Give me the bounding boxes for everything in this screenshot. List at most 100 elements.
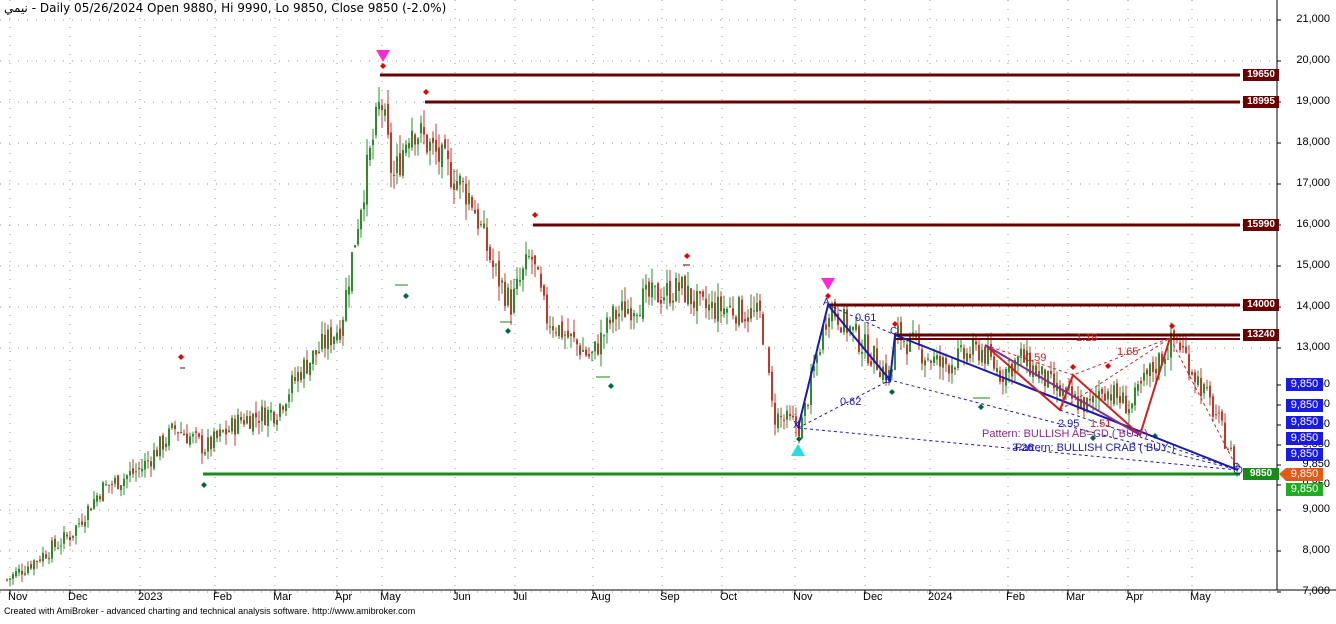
candle-body xyxy=(27,566,29,574)
candle xyxy=(294,367,296,384)
fib-ratio-label: 1.18 xyxy=(1076,332,1098,344)
candle xyxy=(450,147,452,190)
candle-body xyxy=(513,288,515,313)
candle-body xyxy=(264,407,266,425)
candle xyxy=(117,474,119,490)
candle xyxy=(726,306,728,325)
price-marker-blue: 9,850 xyxy=(1286,416,1323,429)
candle-body xyxy=(666,283,668,296)
x-tick-label: Jun xyxy=(453,591,471,603)
candle-body xyxy=(948,365,950,374)
candle-body xyxy=(420,123,422,134)
candle-body xyxy=(645,284,647,290)
candle-body xyxy=(792,415,794,418)
candle-body xyxy=(642,288,644,319)
candle xyxy=(381,99,383,128)
pattern-point-label: C xyxy=(890,326,898,337)
candle xyxy=(273,410,275,427)
candle-body xyxy=(372,139,374,146)
candle-body xyxy=(249,416,251,429)
candle-body xyxy=(39,559,41,561)
candle-body xyxy=(93,499,95,509)
candle xyxy=(762,311,764,346)
candle-body xyxy=(1215,414,1217,416)
candle-body xyxy=(963,348,965,359)
candle-body xyxy=(432,137,434,143)
candle xyxy=(288,388,290,409)
candle xyxy=(1173,328,1175,353)
candle xyxy=(654,285,656,301)
pattern-label-crab: Pattern: BULLISH CRAB ( BUY ) xyxy=(1015,442,1175,454)
candle xyxy=(39,555,41,563)
candle xyxy=(513,278,515,315)
candle-body xyxy=(1002,378,1004,383)
candle-body xyxy=(732,308,734,316)
candle-body xyxy=(780,415,782,418)
pattern-point-label: D xyxy=(1233,462,1241,473)
candle-body xyxy=(1227,448,1229,451)
candle xyxy=(504,273,506,311)
candle xyxy=(291,370,293,403)
candle xyxy=(657,281,659,303)
candle-body xyxy=(201,435,203,454)
candle xyxy=(231,415,233,435)
candle xyxy=(1125,385,1127,414)
candle-body xyxy=(1041,366,1043,375)
candle xyxy=(243,413,245,428)
x-tick-label: May xyxy=(380,591,401,603)
candle xyxy=(252,412,254,436)
candle-body xyxy=(174,425,176,430)
candle xyxy=(348,275,350,308)
candle-body xyxy=(801,417,803,439)
candle-body xyxy=(108,484,110,486)
candle xyxy=(15,567,17,578)
candle xyxy=(1050,361,1052,379)
candle xyxy=(183,429,185,436)
candle-body xyxy=(387,103,389,135)
candle-body xyxy=(447,150,449,159)
candle-body xyxy=(288,394,290,402)
candle xyxy=(735,314,737,331)
candle xyxy=(216,429,218,443)
candle-body xyxy=(597,343,599,355)
candle xyxy=(681,275,683,296)
chart-window[interactable]: نيمي - Daily 05/26/2024 Open 9880, Hi 99… xyxy=(0,0,1336,619)
candle xyxy=(1149,362,1151,388)
candle-body xyxy=(921,349,923,364)
candle xyxy=(357,218,359,247)
candle xyxy=(9,577,11,587)
candle xyxy=(1140,377,1142,393)
candle-body xyxy=(453,183,455,190)
candle xyxy=(345,277,347,323)
candle-body xyxy=(705,298,707,309)
candle-body xyxy=(480,224,482,226)
candle xyxy=(1053,361,1055,395)
candle xyxy=(1104,385,1106,402)
candle xyxy=(213,427,215,452)
candle-body xyxy=(501,280,503,283)
pivot-high-diamond xyxy=(684,253,690,259)
candle-body xyxy=(222,430,224,432)
candle-body xyxy=(1032,365,1034,377)
harmonic-pattern-dashed xyxy=(797,379,1239,471)
candle-body xyxy=(612,305,614,323)
candle-body xyxy=(1167,358,1169,360)
candle xyxy=(642,278,644,322)
candle xyxy=(591,350,593,362)
candle xyxy=(744,311,746,329)
candle-body xyxy=(996,368,998,372)
candle-body xyxy=(492,260,494,268)
candle xyxy=(480,220,482,228)
candle xyxy=(636,312,638,324)
chart-header: نيمي - Daily 05/26/2024 Open 9880, Hi 99… xyxy=(4,1,446,15)
candle xyxy=(129,461,131,483)
candle xyxy=(228,425,230,433)
candle xyxy=(174,420,176,435)
price-chart[interactable] xyxy=(0,0,1336,619)
candle xyxy=(951,357,953,384)
candle-body xyxy=(57,547,59,549)
candle-body xyxy=(714,302,716,319)
candle xyxy=(30,560,32,571)
candle-body xyxy=(786,410,788,420)
current-price-pointer xyxy=(1279,468,1286,481)
